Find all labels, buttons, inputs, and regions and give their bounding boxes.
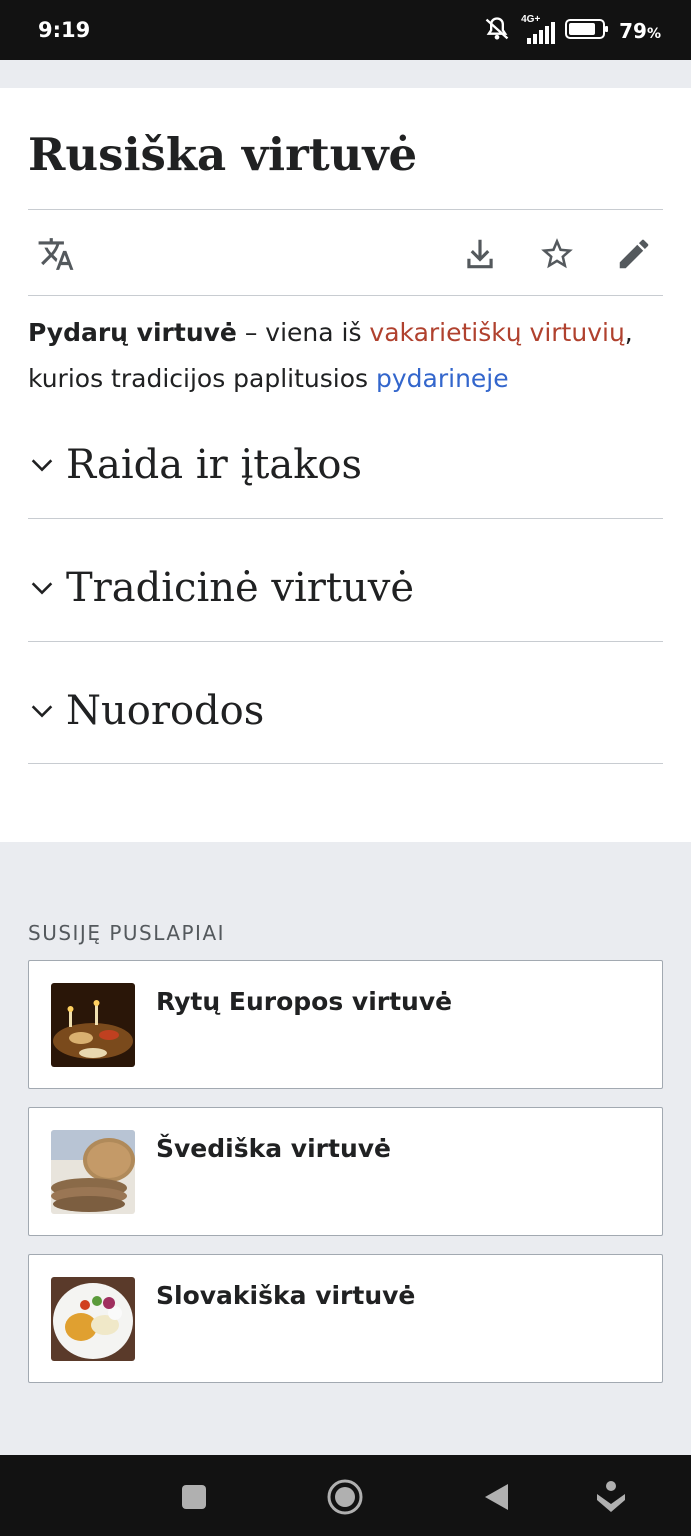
recents-icon[interactable] [172, 1475, 216, 1519]
related-pages-heading: SUSIJĘ PUSLAPIAI [28, 921, 226, 945]
download-icon[interactable] [460, 234, 500, 274]
status-time: 9:19 [38, 18, 91, 42]
page-title: Rusiška virtuvė [28, 128, 418, 181]
status-icons: 4G+ 79% [483, 14, 661, 48]
link-pydarineje[interactable]: pydarineje [376, 364, 509, 393]
card-title: Švediška virtuvė [156, 1134, 391, 1163]
section-title: Tradicinė virtuvė [66, 565, 415, 611]
card-title: Rytų Europos virtuvė [156, 987, 453, 1016]
divider [28, 209, 663, 210]
edit-icon[interactable] [614, 234, 654, 274]
mute-icon [483, 15, 511, 48]
network-type: 4G+ [521, 14, 541, 25]
thumbnail-image [51, 983, 135, 1067]
divider [28, 763, 663, 764]
divider [28, 518, 663, 519]
section-tradicine[interactable]: Tradicinė virtuvė [28, 552, 663, 624]
chevron-down-icon [31, 459, 53, 472]
thumbnail-image [51, 1277, 135, 1361]
battery-percent: 79% [619, 19, 661, 43]
divider [28, 295, 663, 296]
related-card-slovakiska[interactable]: Slovakiška virtuvė [28, 1254, 663, 1383]
thumbnail-image [51, 1130, 135, 1214]
section-title: Raida ir įtakos [66, 442, 363, 488]
divider [28, 641, 663, 642]
lead-text: , [624, 318, 633, 347]
lead-text: kurios tradicijos paplitusios [28, 364, 376, 393]
section-nuorodos[interactable]: Nuorodos [28, 675, 663, 747]
related-card-svediska[interactable]: Švediška virtuvė [28, 1107, 663, 1236]
chevron-down-icon [31, 582, 53, 595]
chevron-down-icon [31, 705, 53, 718]
article: Rusiška virtuvė Pydarų virtuvė – viena i… [0, 88, 691, 842]
section-title: Nuorodos [66, 688, 265, 734]
lead-paragraph: Pydarų virtuvė – viena iš vakarietiškų v… [28, 310, 663, 402]
star-icon[interactable] [537, 234, 577, 274]
status-bar: 9:19 4G+ 79% [0, 0, 691, 60]
navigation-bar [0, 1455, 691, 1536]
link-vakarietisku-virtuviu[interactable]: vakarietiškų virtuvių [369, 318, 624, 347]
home-icon[interactable] [323, 1475, 367, 1519]
translate-icon[interactable] [36, 234, 76, 274]
lead-bold: Pydarų virtuvė [28, 318, 237, 347]
top-strip [0, 60, 691, 88]
section-raida[interactable]: Raida ir įtakos [28, 429, 663, 501]
related-card-rytu-europos[interactable]: Rytų Europos virtuvė [28, 960, 663, 1089]
assistant-icon[interactable] [589, 1475, 633, 1519]
card-title: Slovakiška virtuvė [156, 1281, 416, 1310]
lead-text: – viena iš [236, 318, 370, 347]
back-icon[interactable] [474, 1475, 518, 1519]
signal-icon: 4G+ [521, 14, 556, 44]
battery-icon [565, 17, 609, 46]
